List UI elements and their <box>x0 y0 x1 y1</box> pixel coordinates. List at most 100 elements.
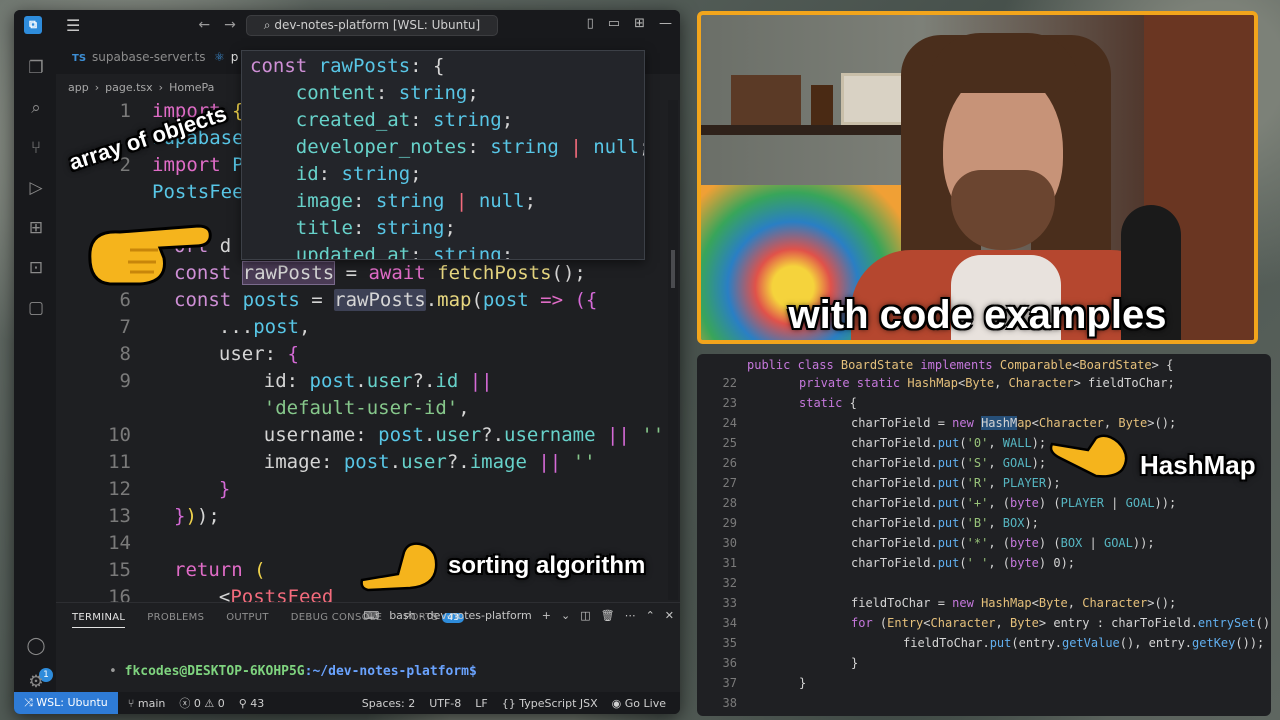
code-token: '+' <box>966 496 989 510</box>
code-line[interactable]: } <box>851 656 858 670</box>
remote-explorer-icon[interactable]: ⊡ <box>26 258 46 278</box>
code-token: ); <box>1024 516 1039 530</box>
code-line[interactable]: private static HashMap<Byte, Character> … <box>799 376 1175 390</box>
code-token: )); <box>1132 536 1155 550</box>
terminal-prompt[interactable]: • fkcodes@DESKTOP-6KOHP5G:~/dev-notes-pl… <box>62 649 477 694</box>
toggle-sidebar-icon[interactable]: ▯ <box>587 16 594 31</box>
code-line[interactable]: fieldToChar.put(entry.getValue(), entry.… <box>903 636 1264 650</box>
code-line[interactable]: charToField.put('*', (byte) (BOX | GOAL)… <box>851 536 1155 550</box>
code-line[interactable]: fieldToChar = new HashMap<Byte, Characte… <box>851 596 1176 610</box>
code-line[interactable]: 'default-user-id', <box>218 397 470 419</box>
run-debug-icon[interactable]: ▷ <box>26 178 46 198</box>
code-line[interactable]: charToField.put('+', (byte) (PLAYER | GO… <box>851 496 1176 510</box>
close-icon[interactable]: ✕ <box>665 609 674 622</box>
chevron-down-icon[interactable]: ⌄ <box>561 609 570 622</box>
ports-indicator[interactable]: ⚲ 43 <box>239 697 265 710</box>
code-line[interactable]: id: post.user?.id || <box>218 370 493 392</box>
new-terminal-icon[interactable]: + <box>542 609 551 622</box>
layout-icon[interactable]: ⊞ <box>634 16 645 31</box>
code-token: GOAL <box>1103 536 1133 550</box>
terminal-name[interactable]: bash - dev-notes-platform <box>389 609 532 622</box>
code-token: ; <box>444 217 456 239</box>
code-line[interactable]: username: post.user?.username || '', <box>218 424 676 446</box>
tab-terminal[interactable]: TERMINAL <box>72 607 126 628</box>
branch-indicator[interactable]: ⑂ main <box>128 697 166 710</box>
code-line[interactable]: charToField.put(' ', (byte) 0); <box>851 556 1075 570</box>
code-line[interactable]: charToField.put('S', GOAL); <box>851 456 1046 470</box>
code-line[interactable]: image: post.user?.image || '' <box>218 451 596 473</box>
code-line[interactable]: } <box>799 676 806 690</box>
code-line[interactable]: for (Entry<Character, Byte> entry : char… <box>851 616 1271 630</box>
scrollbar-thumb[interactable] <box>671 250 675 288</box>
search-icon[interactable]: ⌕ <box>26 98 46 118</box>
code-token: Byte <box>965 376 995 390</box>
toggle-panel-icon[interactable]: ▭ <box>608 16 620 31</box>
code-line[interactable]: PostsFee <box>152 181 244 203</box>
code-line[interactable]: const posts = rawPosts.map(post => ({ <box>174 289 597 311</box>
code-token: , ( <box>988 556 1010 570</box>
code-token: , ( <box>988 496 1010 510</box>
nav-arrows[interactable]: ←→ <box>198 17 249 33</box>
code-token: : <box>375 82 399 104</box>
split-terminal-icon[interactable]: ◫ <box>580 609 590 622</box>
tab-supabase-server[interactable]: TS supabase-server.ts <box>64 40 205 74</box>
editor-scrollbar[interactable] <box>668 100 678 600</box>
code-line[interactable]: static { <box>799 396 857 410</box>
settings-gear-icon[interactable]: ⚙ <box>26 672 46 692</box>
remote-indicator[interactable]: ⤨ WSL: Ubuntu <box>14 692 118 714</box>
code-line[interactable]: })); <box>174 505 220 527</box>
line-number: 25 <box>722 436 737 450</box>
source-control-icon[interactable]: ⑂ <box>26 138 46 158</box>
code-token: , <box>298 316 311 338</box>
line-number: 27 <box>722 476 737 490</box>
hover-type-line: created_at: string; <box>250 109 513 131</box>
account-icon[interactable]: ◯ <box>26 636 46 656</box>
minimize-icon[interactable]: — <box>659 16 672 31</box>
branch-icon: ⑂ <box>127 696 138 710</box>
indentation-indicator[interactable]: Spaces: 2 <box>362 697 415 710</box>
command-center[interactable]: ⌕ dev-notes-platform [WSL: Ubuntu] <box>246 15 498 36</box>
code-line[interactable]: ...post, <box>196 316 311 338</box>
line-number: 31 <box>722 556 737 570</box>
code-line[interactable]: import P <box>152 154 244 176</box>
code-token: | <box>1103 496 1126 510</box>
code-line[interactable]: return ( <box>174 559 266 581</box>
language-indicator[interactable]: {} TypeScript JSX <box>502 697 598 710</box>
explorer-icon[interactable]: ❐ <box>26 58 46 78</box>
code-token: BOX <box>1060 536 1083 550</box>
code-line[interactable]: charToField.put('B', BOX); <box>851 516 1039 530</box>
code-token: ( <box>254 559 266 581</box>
menu-icon[interactable]: ☰ <box>66 16 80 35</box>
code-token: Character <box>930 616 996 630</box>
code-token: , <box>1067 596 1083 610</box>
go-live-button[interactable]: ◉ Go Live <box>612 697 666 710</box>
code-line[interactable]: const rawPosts = await fetchPosts(); <box>174 261 586 285</box>
code-line[interactable]: } <box>196 478 230 500</box>
code-line[interactable]: user: { <box>196 343 299 365</box>
code-token: > fieldToChar; <box>1073 376 1175 390</box>
maximize-panel-icon[interactable]: ⌃ <box>646 609 655 622</box>
tab-page-tsx[interactable]: ⚛ p <box>206 40 238 74</box>
code-line[interactable]: charToField.put('R', PLAYER); <box>851 476 1061 490</box>
line-number: 37 <box>722 676 737 690</box>
tab-problems[interactable]: PROBLEMS <box>147 612 204 623</box>
eol-indicator[interactable]: LF <box>475 697 487 710</box>
encoding-indicator[interactable]: UTF-8 <box>429 697 461 710</box>
line-number: 8 <box>119 343 131 365</box>
code-token: ; <box>524 190 537 212</box>
code-token: PLAYER <box>1060 496 1104 510</box>
code-line[interactable]: charToField = new HashMap<Character, Byt… <box>851 416 1176 430</box>
trash-icon[interactable]: 🗑 <box>601 609 615 622</box>
code-line[interactable]: charToField.put('0', WALL); <box>851 436 1046 450</box>
tab-output[interactable]: OUTPUT <box>226 612 269 623</box>
chat-icon[interactable]: ▢ <box>26 298 46 318</box>
code-token: HashM <box>981 416 1018 430</box>
code-token: | <box>444 190 479 212</box>
code-token: > entry : charToField. <box>1038 616 1198 630</box>
code-token: implements <box>920 358 1000 372</box>
extensions-icon[interactable]: ⊞ <box>26 218 46 238</box>
more-icon[interactable]: ⋯ <box>625 609 636 622</box>
problems-indicator[interactable]: ⓧ 0 ⚠ 0 <box>179 695 224 711</box>
code-token: ); <box>196 505 220 527</box>
code-token: ; <box>501 244 514 260</box>
